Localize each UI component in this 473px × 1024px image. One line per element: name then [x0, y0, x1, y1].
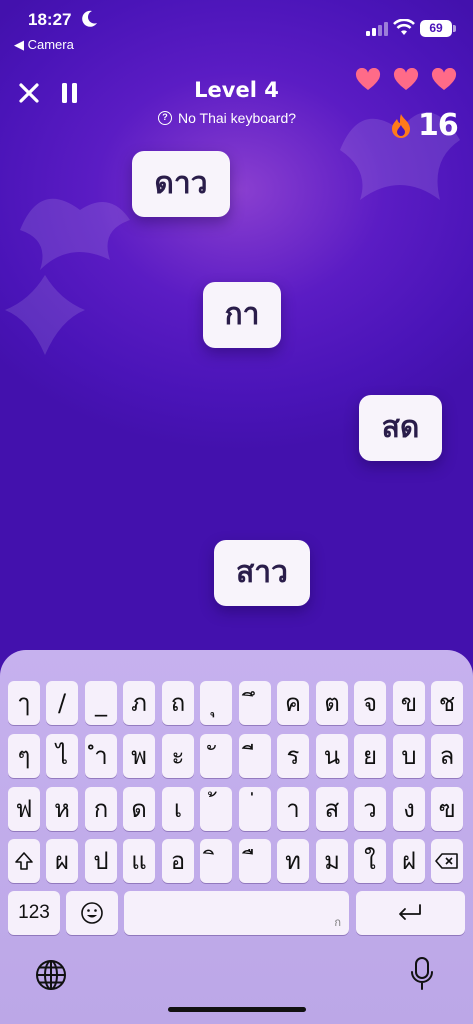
key[interactable]: ภ [123, 681, 155, 725]
word-card: สด [359, 395, 442, 461]
key[interactable]: ึ [239, 681, 271, 725]
key[interactable]: บ [393, 734, 425, 778]
key[interactable]: ป [85, 839, 117, 883]
cellular-signal-icon [366, 22, 388, 36]
ornament-decoration [5, 275, 85, 355]
key[interactable]: ฝ [393, 839, 425, 883]
key[interactable]: ด [123, 787, 155, 831]
ornament-decoration [20, 198, 130, 270]
key[interactable]: จ [354, 681, 386, 725]
numbers-key[interactable]: 123 [8, 891, 60, 935]
heart-icon [355, 68, 381, 90]
key[interactable]: ย [354, 734, 386, 778]
word-card: กา [203, 282, 281, 348]
key[interactable]: ห [46, 787, 78, 831]
key[interactable]: ช [431, 681, 463, 725]
space-key-hint: ก [334, 916, 341, 929]
status-bar: 18:27 ◀ Camera 69 [0, 0, 473, 60]
battery-indicator: 69 [420, 20, 456, 37]
help-icon: ? [158, 111, 172, 125]
key[interactable]: ท [277, 839, 309, 883]
key[interactable]: อ [162, 839, 194, 883]
key[interactable]: ้ [200, 787, 232, 831]
microphone-icon[interactable] [410, 956, 434, 992]
key[interactable]: ล [431, 734, 463, 778]
key[interactable]: ส [316, 787, 348, 831]
key[interactable]: ฟ [8, 787, 40, 831]
key[interactable]: ่ [239, 787, 271, 831]
key[interactable]: ร [277, 734, 309, 778]
streak-counter: 16 [390, 108, 459, 143]
return-icon [399, 904, 421, 920]
key[interactable]: เ [162, 787, 194, 831]
heart-icon [393, 68, 419, 90]
clock: 18:27 [28, 10, 72, 29]
key[interactable]: ิ [200, 839, 232, 883]
shift-icon [15, 852, 33, 870]
key[interactable]: ว [354, 787, 386, 831]
backspace-icon [435, 853, 458, 869]
key[interactable]: ค [277, 681, 309, 725]
key[interactable]: ง [393, 787, 425, 831]
key[interactable]: ถ [162, 681, 194, 725]
key[interactable]: ะ [162, 734, 194, 778]
wifi-icon [393, 19, 415, 35]
key[interactable]: ั [200, 734, 232, 778]
space-key[interactable]: ก [124, 891, 349, 935]
moon-icon [82, 10, 97, 27]
key[interactable]: แ [123, 839, 155, 883]
key[interactable]: ข [393, 681, 425, 725]
globe-icon[interactable] [34, 958, 68, 992]
backspace-key[interactable] [431, 839, 463, 883]
lives-hearts [355, 68, 457, 92]
key[interactable]: _ [85, 681, 117, 725]
key[interactable]: ๅ [8, 681, 40, 725]
back-to-camera-link[interactable]: ◀ Camera [14, 37, 74, 53]
key[interactable]: ม [316, 839, 348, 883]
no-thai-keyboard-link[interactable]: ? No Thai keyboard? [158, 110, 296, 126]
key[interactable]: ำ [85, 734, 117, 778]
key[interactable]: น [316, 734, 348, 778]
no-thai-keyboard-label: No Thai keyboard? [178, 110, 297, 126]
key[interactable]: ุ [200, 681, 232, 725]
key[interactable]: ๆ [8, 734, 40, 778]
return-key[interactable] [356, 891, 465, 935]
emoji-icon [81, 902, 103, 924]
word-card: ดาว [132, 151, 230, 217]
shift-key[interactable] [8, 839, 40, 883]
key[interactable]: ื [239, 839, 271, 883]
key[interactable]: ไ [46, 734, 78, 778]
home-indicator [168, 1007, 306, 1012]
key[interactable]: / [46, 681, 78, 725]
key[interactable]: ใ [354, 839, 386, 883]
emoji-key[interactable] [66, 891, 118, 935]
flame-icon [392, 113, 410, 138]
key[interactable]: ก [85, 787, 117, 831]
key[interactable]: ฃ [431, 787, 463, 831]
key[interactable]: ผ [46, 839, 78, 883]
heart-icon [431, 68, 457, 90]
thai-keyboard: ๅ / _ ภ ถ ุ ึ ค ต จ ข ช ๆ ไ ำ พ ะ ั ี ร … [0, 650, 473, 1024]
streak-count: 16 [418, 108, 459, 143]
key[interactable]: พ [123, 734, 155, 778]
key[interactable]: ี [239, 734, 271, 778]
key[interactable]: า [277, 787, 309, 831]
key[interactable]: ต [316, 681, 348, 725]
word-card: สาว [214, 540, 310, 606]
